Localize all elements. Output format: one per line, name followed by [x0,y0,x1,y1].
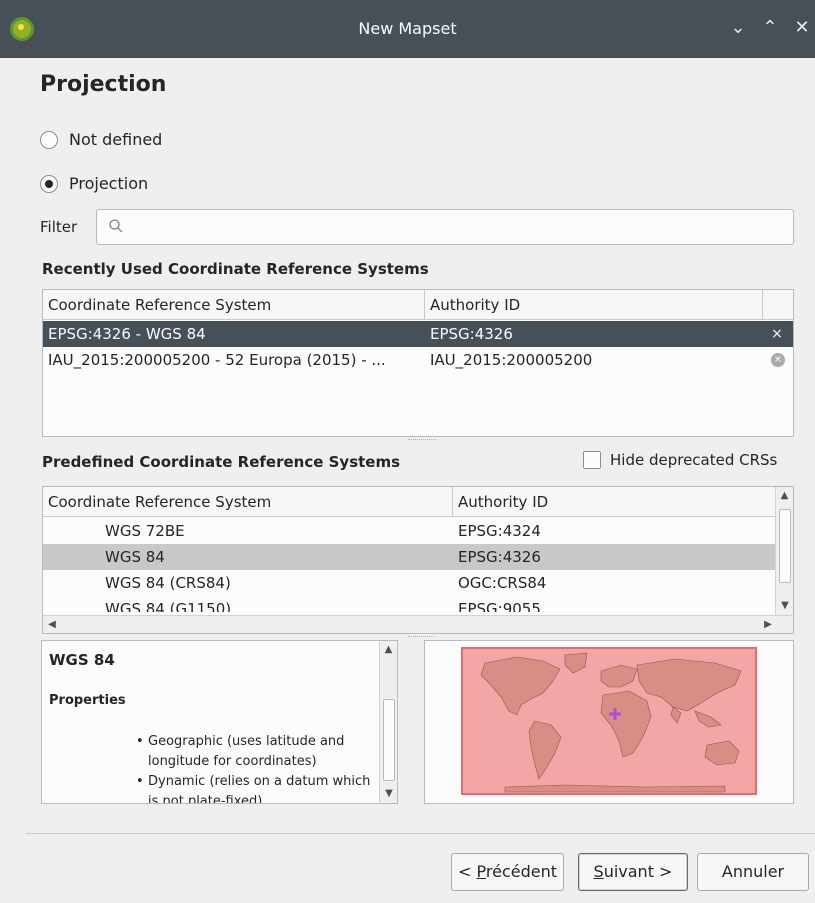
next-label: uivant > [603,862,673,881]
predefined-crs-title: Predefined Coordinate Reference Systems [42,453,401,471]
crs-extent-map [424,640,794,804]
table-header: Coordinate Reference System Authority ID [43,487,777,517]
filter-input[interactable] [131,215,781,239]
crs-details-name: WGS 84 [49,651,115,669]
world-map-image [461,647,757,795]
wizard-page: Projection Not defined Projection Filter… [8,58,815,903]
close-icon[interactable]: ✕ [791,14,813,42]
radio-not-defined[interactable]: Not defined [40,130,162,149]
back-button[interactable]: < Précédent [451,853,564,891]
minimize-icon[interactable]: ⌄ [727,14,749,42]
hide-deprecated-label: Hide deprecated CRSs [610,451,778,469]
filter-field[interactable] [96,209,794,245]
crs-authid: EPSG:4324 [458,522,541,540]
column-header-authid[interactable]: Authority ID [453,487,777,517]
crs-name: WGS 72BE [105,522,185,540]
back-label: récédent [485,862,557,881]
scroll-left-icon[interactable]: ◀ [43,616,61,633]
radio-projection[interactable]: Projection [40,174,148,193]
radio-label: Projection [69,174,149,193]
scroll-up-icon[interactable]: ▲ [776,487,793,505]
column-header-remove [763,290,793,320]
crs-name: WGS 84 (CRS84) [105,574,231,592]
table-header: Coordinate Reference System Authority ID [43,290,793,320]
scroll-up-icon[interactable]: ▲ [380,641,397,659]
crs-name: WGS 84 (G1150) [105,600,232,612]
remove-icon[interactable]: × [769,321,785,347]
table-row[interactable]: WGS 84 EPSG:4326 [43,544,777,570]
predefined-crs-table[interactable]: Coordinate Reference System Authority ID… [42,486,794,634]
splitter-handle[interactable] [408,439,436,445]
cancel-button[interactable]: Annuler [697,853,809,891]
crs-details-panel[interactable]: WGS 84 Properties Geographic (uses latit… [41,640,398,804]
scroll-down-icon[interactable]: ▼ [380,785,397,803]
window-title: New Mapset [358,19,457,38]
property-item: Dynamic (relies on a datum which is not … [134,772,374,803]
scroll-down-icon[interactable]: ▼ [776,597,793,615]
crs-name: IAU_2015:200005200 - 52 Europa (2015) - … [48,351,386,369]
maximize-icon[interactable]: ⌃ [759,14,781,42]
filter-label: Filter [40,218,78,236]
property-item: Geographic (uses latitude and longitude … [134,732,374,772]
crs-authid: EPSG:4326 [458,548,541,566]
radio-label: Not defined [69,130,163,149]
crs-name: EPSG:4326 - WGS 84 [48,325,206,343]
table-row[interactable]: IAU_2015:200005200 - 52 Europa (2015) - … [43,347,793,373]
title-bar: New Mapset ⌄ ⌃ ✕ [0,0,815,58]
remove-icon[interactable]: × [771,353,785,367]
radio-button[interactable] [40,130,58,149]
page-title: Projection [40,72,167,97]
radio-button[interactable] [40,174,58,193]
column-header-crs[interactable]: Coordinate Reference System [43,487,453,517]
crs-name: WGS 84 [105,548,165,566]
table-row[interactable]: WGS 84 (CRS84) OGC:CRS84 [43,570,777,596]
crs-authid: EPSG:9055 [458,600,541,612]
button-separator [26,833,815,834]
hide-deprecated-checkbox[interactable] [583,451,601,469]
recent-crs-title: Recently Used Coordinate Reference Syste… [42,260,429,278]
scrollbar-thumb[interactable] [779,509,791,583]
table-row[interactable]: WGS 72BE EPSG:4324 [43,518,777,544]
properties-list: Geographic (uses latitude and longitude … [134,732,374,803]
table-row[interactable]: EPSG:4326 - WGS 84 EPSG:4326 × [43,321,793,347]
next-mnemonic: S [593,862,604,881]
column-header-authid[interactable]: Authority ID [425,290,763,320]
hide-deprecated-toggle[interactable]: Hide deprecated CRSs [583,451,777,469]
recent-crs-table[interactable]: Coordinate Reference System Authority ID… [42,289,794,437]
crs-authid: EPSG:4326 [430,325,513,343]
next-button[interactable]: Suivant > [578,853,688,891]
vertical-scrollbar[interactable]: ▲ ▼ [379,641,397,803]
table-row[interactable]: WGS 84 (G1150) EPSG:9055 [43,596,777,612]
search-icon [109,219,123,233]
scroll-right-icon[interactable]: ▶ [759,616,777,633]
crs-authid: IAU_2015:200005200 [430,351,593,369]
scrollbar-thumb[interactable] [383,699,395,781]
back-prefix: < [458,862,477,881]
crs-authid: OGC:CRS84 [458,574,547,592]
column-header-crs[interactable]: Coordinate Reference System [43,290,425,320]
back-mnemonic: P [476,862,486,881]
vertical-scrollbar[interactable]: ▲ ▼ [775,487,793,615]
horizontal-scrollbar[interactable]: ◀ ▶ [43,615,793,633]
properties-heading: Properties [49,693,126,708]
